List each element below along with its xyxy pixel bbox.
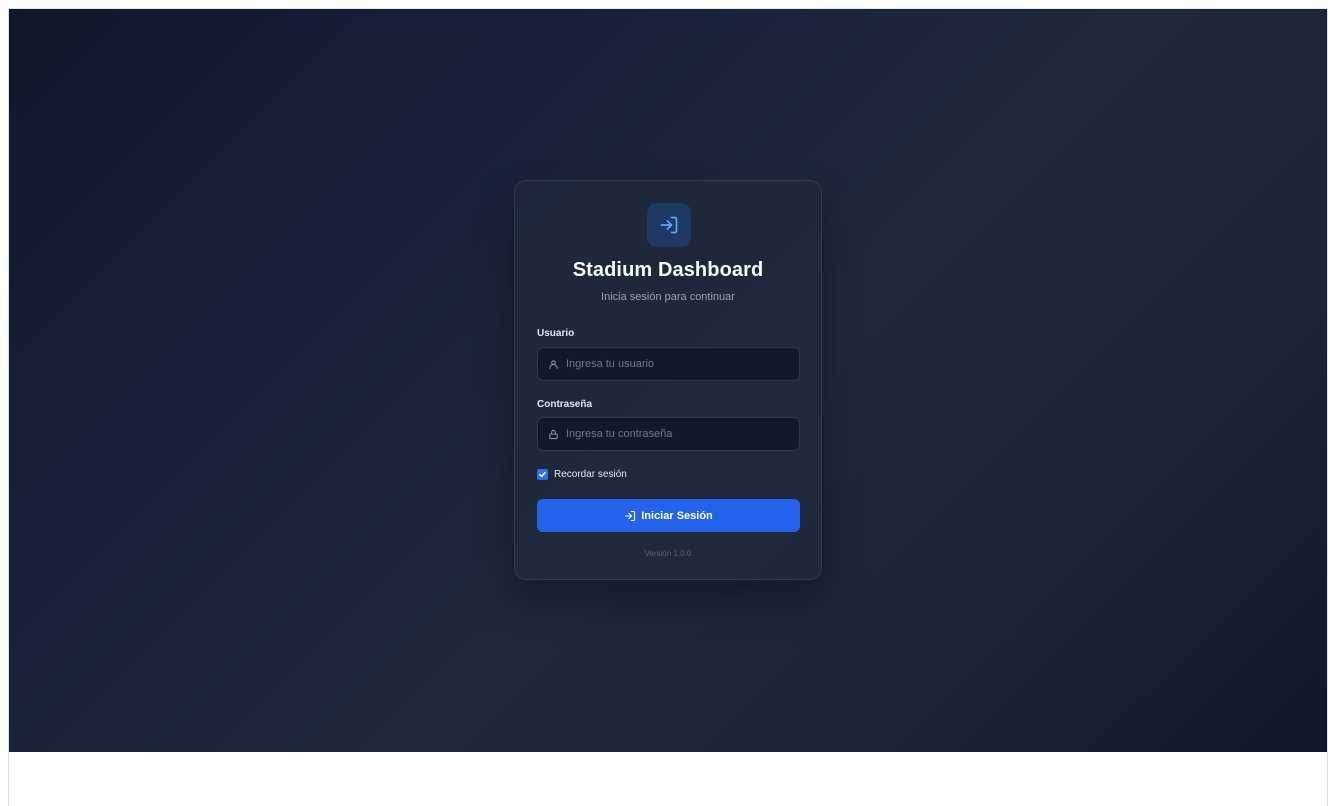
version-text: Versión 1.0.0 <box>644 549 692 558</box>
login-card: Stadium Dashboard Inicia sesión para con… <box>514 180 822 580</box>
password-input[interactable] <box>566 418 799 450</box>
check-icon <box>539 471 546 478</box>
browser-viewport: Stadium Dashboard Inicia sesión para con… <box>8 8 1328 806</box>
password-field[interactable] <box>537 417 800 451</box>
app-subtitle: Inicia sesión para continuar <box>601 291 735 303</box>
user-icon <box>546 357 560 371</box>
login-background: Stadium Dashboard Inicia sesión para con… <box>9 9 1327 752</box>
remember-label: Recordar sesión <box>554 469 627 480</box>
login-logo-icon <box>647 203 691 247</box>
app-title: Stadium Dashboard <box>572 259 764 281</box>
username-input[interactable] <box>566 348 799 380</box>
login-button[interactable]: Iniciar Sesión <box>537 499 800 532</box>
lock-icon <box>546 427 560 441</box>
username-field[interactable] <box>537 347 800 381</box>
remember-checkbox[interactable] <box>537 469 548 480</box>
username-label: Usuario <box>537 328 575 339</box>
login-arrow-icon <box>624 510 636 522</box>
login-button-label: Iniciar Sesión <box>641 509 713 522</box>
password-label: Contraseña <box>537 399 593 410</box>
remember-session[interactable]: Recordar sesión <box>537 469 627 480</box>
